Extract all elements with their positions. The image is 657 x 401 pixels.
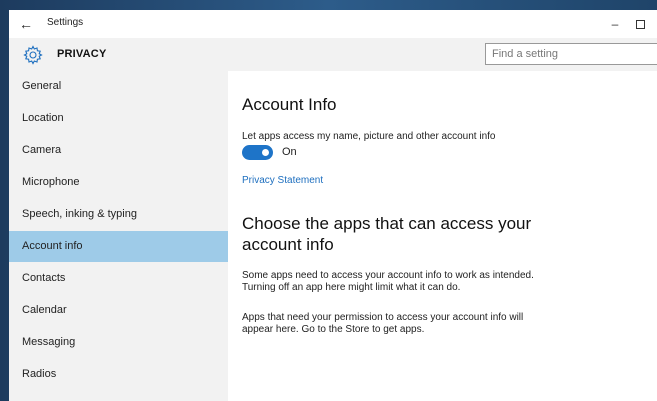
sidebar-item-label: Messaging	[22, 336, 76, 348]
sidebar-item-label: Radios	[22, 368, 57, 380]
sidebar-item-calendar[interactable]: Calendar	[9, 295, 228, 326]
sidebar-item-label: Calendar	[22, 304, 67, 316]
sidebar-item-microphone[interactable]: Microphone	[9, 167, 228, 198]
permission-note-line-2: appear here. Go to the Store to get apps…	[242, 324, 425, 335]
toggle-description: Let apps access my name, picture and oth…	[242, 131, 496, 142]
sidebar-item-camera[interactable]: Camera	[9, 135, 228, 166]
toggle-knob	[262, 149, 269, 156]
sidebar-item-label: General	[22, 80, 62, 92]
sidebar-item-label: Speech, inking & typing	[22, 208, 137, 220]
sidebar-item-radios[interactable]: Radios	[9, 359, 228, 390]
settings-window: ← Settings – PRIVACY General Location Ca…	[9, 10, 657, 401]
sidebar-item-label: Microphone	[22, 176, 80, 188]
window-title: Settings	[47, 17, 84, 28]
sidebar-item-speech[interactable]: Speech, inking & typing	[9, 199, 228, 230]
sidebar-item-label: Location	[22, 112, 64, 124]
sidebar-item-label: Account info	[22, 240, 83, 252]
title-bar: ← Settings –	[9, 10, 657, 38]
sidebar-item-label: Contacts	[22, 272, 66, 284]
sidebar-item-general[interactable]: General	[9, 71, 228, 102]
minimize-icon[interactable]: –	[607, 16, 623, 32]
back-arrow-icon[interactable]: ←	[15, 15, 37, 33]
search-input[interactable]	[492, 47, 652, 61]
sidebar: General Location Camera Microphone Speec…	[9, 71, 228, 401]
gear-icon	[23, 45, 43, 65]
sidebar-item-location[interactable]: Location	[9, 103, 228, 134]
account-info-toggle[interactable]	[242, 145, 273, 160]
main-content: Account Info Let apps access my name, pi…	[228, 71, 657, 401]
privacy-statement-link[interactable]: Privacy Statement	[242, 175, 323, 186]
apps-section-title: Choose the apps that can access your acc…	[242, 214, 532, 254]
page-header: PRIVACY	[9, 38, 657, 71]
search-box[interactable]	[485, 43, 657, 65]
page-title: PRIVACY	[57, 48, 107, 60]
sidebar-item-label: Camera	[22, 144, 62, 156]
sidebar-item-messaging[interactable]: Messaging	[9, 327, 228, 358]
toggle-state-label: On	[282, 146, 297, 158]
maximize-icon[interactable]	[636, 20, 645, 29]
sidebar-item-contacts[interactable]: Contacts	[9, 263, 228, 294]
section-title: Account Info	[242, 95, 337, 114]
apps-description-line-2: Turning off an app here might limit what…	[242, 282, 461, 293]
sidebar-item-account-info[interactable]: Account info	[9, 231, 228, 262]
